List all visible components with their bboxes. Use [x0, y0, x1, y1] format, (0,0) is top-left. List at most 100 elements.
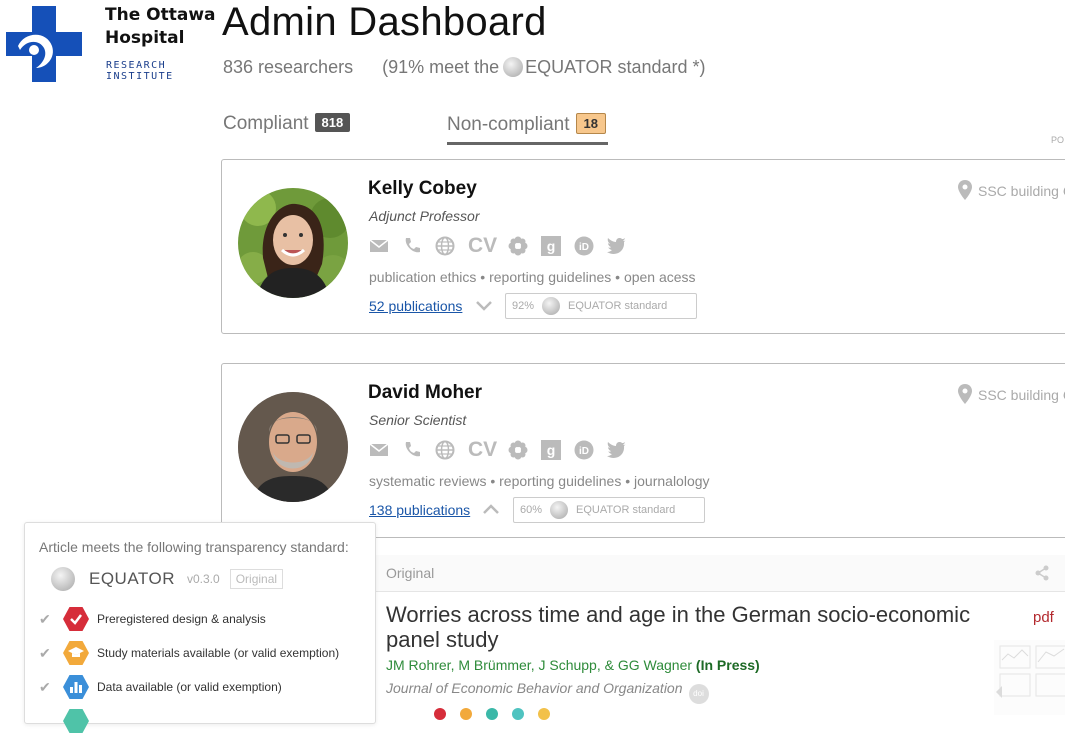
- bar-chart-icon: [63, 675, 89, 699]
- researcher-card: David Moher Senior Scientist CV g iD sys…: [221, 363, 1065, 538]
- standard-version: v0.3.0: [187, 572, 220, 586]
- meet-suffix: EQUATOR standard *): [525, 57, 706, 77]
- location-pin-icon: [958, 384, 972, 404]
- svg-text:g: g: [547, 442, 556, 458]
- pdf-link[interactable]: pdf: [1033, 609, 1054, 626]
- badge-dot: [460, 708, 472, 720]
- twitter-icon[interactable]: [607, 236, 627, 256]
- researcher-name[interactable]: Kelly Cobey: [368, 178, 477, 200]
- popover-title: Article meets the following transparency…: [39, 539, 349, 555]
- criterion-item: ✔ Data available (or valid exemption): [39, 674, 282, 700]
- publications-link[interactable]: 52 publications: [369, 298, 462, 314]
- location-pin-icon: [958, 180, 972, 200]
- orcid-icon[interactable]: iD: [574, 236, 594, 256]
- cv-icon[interactable]: CV: [468, 234, 498, 258]
- publications-link[interactable]: 138 publications: [369, 502, 470, 518]
- criterion-item: [39, 708, 97, 734]
- contact-icons: CV g iD: [369, 234, 640, 258]
- transparency-popover: Article meets the following transparency…: [24, 522, 376, 733]
- criterion-label: Study materials available (or valid exem…: [97, 646, 340, 660]
- globe-icon[interactable]: [435, 440, 455, 460]
- hospital-logo-icon: [6, 6, 82, 82]
- chevron-up-icon[interactable]: [482, 502, 500, 516]
- badge-dot: [434, 708, 446, 720]
- original-tag: Original: [229, 569, 284, 589]
- phone-icon[interactable]: [402, 440, 422, 460]
- logo-name-line2: Hospital: [105, 28, 185, 48]
- criterion-item: ✔ Preregistered design & analysis: [39, 606, 266, 632]
- article-journal: Journal of Economic Behavior and Organiz…: [386, 680, 709, 704]
- flower-icon[interactable]: [508, 440, 528, 460]
- tab-noncompliant-count: 18: [575, 113, 606, 134]
- mail-icon[interactable]: [369, 236, 389, 256]
- check-icon: ✔: [39, 644, 51, 661]
- equator-ball-icon: [51, 567, 75, 591]
- twitter-icon[interactable]: [607, 440, 627, 460]
- tab-noncompliant[interactable]: Non-compliant 18: [447, 113, 608, 145]
- flower-icon[interactable]: [508, 236, 528, 256]
- location: SSC building C: [958, 180, 1065, 200]
- equator-score: 60% EQUATOR standard: [513, 497, 705, 523]
- article-header: Original: [374, 555, 1065, 592]
- equator-ball-icon: [542, 297, 561, 315]
- journal-name: Journal of Economic Behavior and Organiz…: [386, 680, 683, 696]
- phone-icon[interactable]: [402, 236, 422, 256]
- equator-score: 92% EQUATOR standard: [505, 293, 697, 319]
- research-tags: systematic reviews • reporting guideline…: [369, 473, 710, 489]
- logo-name: The Ottawa Hospital: [105, 4, 216, 50]
- globe-icon[interactable]: [435, 236, 455, 256]
- logo-sub-line1: RESEARCH: [106, 60, 167, 71]
- location-text: SSC building C: [978, 387, 1065, 403]
- corner-label: PO: [1051, 135, 1065, 145]
- location: SSC building C: [958, 384, 1065, 404]
- standard-name: EQUATOR: [89, 569, 175, 588]
- contact-icons: CV g iD: [369, 438, 640, 462]
- criterion-item: ✔ Study materials available (or valid ex…: [39, 640, 339, 666]
- google-scholar-icon[interactable]: g: [541, 236, 561, 256]
- researcher-name[interactable]: David Moher: [368, 382, 482, 404]
- meet-prefix: (91% meet the: [382, 57, 500, 77]
- equator-ball-icon: [550, 501, 569, 519]
- equator-ball-icon: [503, 57, 524, 77]
- author-list: JM Rohrer, M Brümmer, J Schupp, & GG Wag…: [386, 657, 693, 673]
- researcher-card: Kelly Cobey Adjunct Professor CV g iD pu…: [221, 159, 1065, 334]
- svg-text:iD: iD: [579, 446, 589, 457]
- article-title[interactable]: Worries across time and age in the Germa…: [386, 602, 986, 652]
- article-thumbnail[interactable]: [994, 640, 1065, 715]
- criterion-badge-icon: [63, 709, 89, 733]
- equator-label: EQUATOR standard: [568, 300, 668, 312]
- google-scholar-icon[interactable]: g: [541, 440, 561, 460]
- criterion-label: Data available (or valid exemption): [97, 680, 282, 694]
- tab-noncompliant-label: Non-compliant: [447, 114, 570, 135]
- standard-row: EQUATOR v0.3.0 Original: [51, 567, 284, 591]
- logo-name-line1: The Ottawa: [105, 5, 216, 25]
- research-tags: publication ethics • reporting guideline…: [369, 269, 696, 285]
- tab-compliant-count: 818: [314, 113, 351, 132]
- avatar: [238, 188, 348, 298]
- tab-compliant[interactable]: Compliant 818: [223, 113, 351, 141]
- tab-compliant-label: Compliant: [223, 113, 309, 134]
- check-badge-icon: [63, 607, 89, 631]
- graduation-cap-icon: [63, 641, 89, 665]
- page-title: Admin Dashboard: [222, 0, 547, 44]
- criterion-label: Preregistered design & analysis: [97, 612, 266, 626]
- check-icon: ✔: [39, 610, 51, 627]
- mail-icon[interactable]: [369, 440, 389, 460]
- chevron-down-icon[interactable]: [475, 298, 493, 312]
- cv-icon[interactable]: CV: [468, 438, 498, 462]
- share-icon[interactable]: [1034, 565, 1050, 581]
- logo-sub-line2: INSTITUTE: [106, 71, 174, 82]
- badge-dot: [512, 708, 524, 720]
- logo-subtitle: RESEARCH INSTITUTE: [106, 60, 174, 82]
- article-panel: Original Worries across time and age in …: [374, 555, 1065, 720]
- article-authors: JM Rohrer, M Brümmer, J Schupp, & GG Wag…: [386, 657, 760, 673]
- equator-label: EQUATOR standard: [576, 504, 676, 516]
- check-icon: ✔: [39, 678, 51, 695]
- badge-dots: [434, 708, 550, 720]
- badge-dot: [538, 708, 550, 720]
- doi-icon[interactable]: doi: [688, 684, 709, 704]
- avatar: [238, 392, 348, 502]
- svg-text:iD: iD: [579, 242, 589, 253]
- researcher-count: 836 researchers: [223, 57, 354, 77]
- orcid-icon[interactable]: iD: [574, 440, 594, 460]
